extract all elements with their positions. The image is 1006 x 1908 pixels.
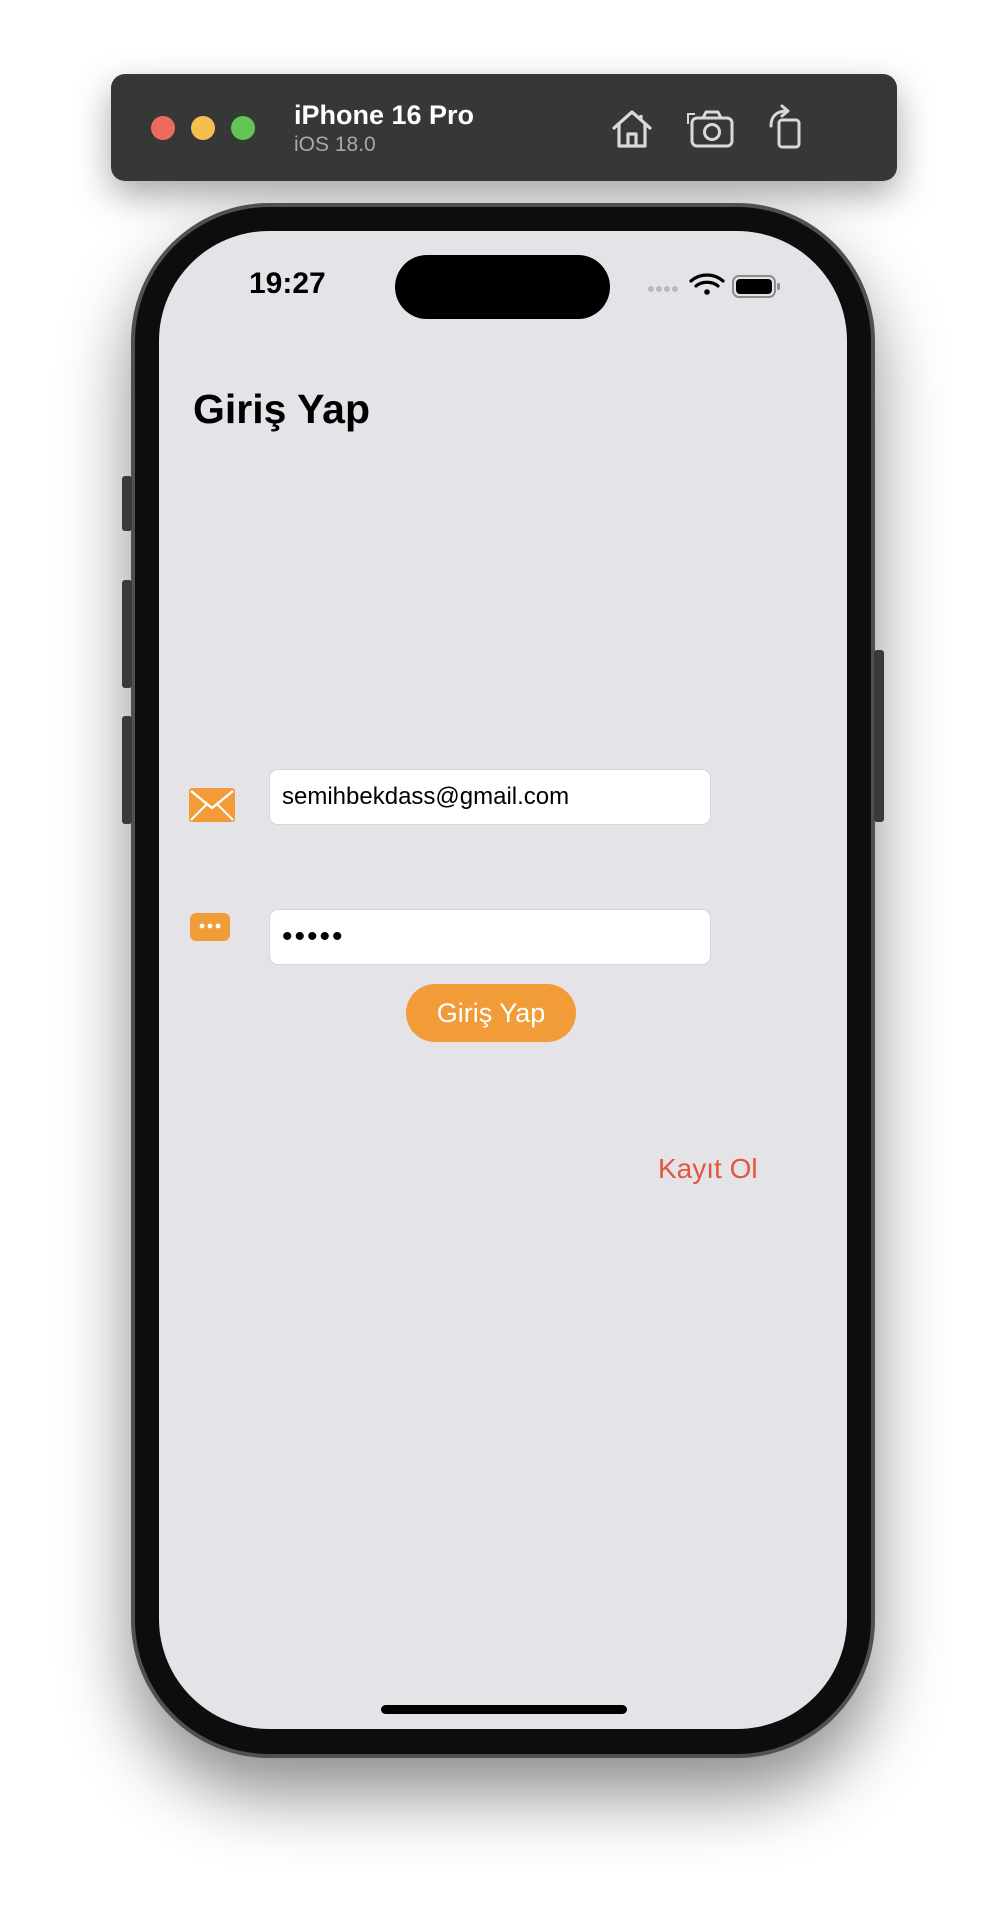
screenshot-icon[interactable] bbox=[687, 104, 737, 154]
zoom-window-button[interactable] bbox=[231, 116, 255, 140]
action-button bbox=[122, 476, 132, 531]
status-time: 19:27 bbox=[249, 267, 326, 300]
simulator-toolbar: iPhone 16 Pro iOS 18.0 bbox=[111, 74, 897, 181]
register-link[interactable]: Kayıt Ol bbox=[658, 1153, 758, 1185]
password-dots-icon bbox=[190, 913, 230, 941]
side-button bbox=[874, 650, 884, 822]
volume-down-button bbox=[122, 716, 132, 824]
home-indicator[interactable] bbox=[381, 1705, 627, 1714]
status-icons bbox=[648, 273, 780, 298]
dynamic-island bbox=[395, 255, 610, 319]
rotate-icon[interactable] bbox=[763, 104, 813, 154]
envelope-icon bbox=[189, 788, 235, 822]
email-field[interactable]: semihbekdass@gmail.com bbox=[269, 769, 711, 825]
page-title: Giriş Yap bbox=[193, 386, 371, 432]
phone-screen: 19:27 Giriş Yap semihbekdass@gmail.com •… bbox=[159, 231, 847, 1729]
login-button[interactable]: Giriş Yap bbox=[406, 984, 576, 1042]
battery-icon bbox=[732, 275, 780, 298]
home-icon[interactable] bbox=[607, 104, 657, 154]
device-name: iPhone 16 Pro bbox=[294, 100, 475, 130]
wifi-icon bbox=[689, 273, 725, 295]
device-os-version: iOS 18.0 bbox=[294, 133, 376, 156]
password-field[interactable]: ••••• bbox=[269, 909, 711, 965]
close-window-button[interactable] bbox=[151, 116, 175, 140]
volume-up-button bbox=[122, 580, 132, 688]
minimize-window-button[interactable] bbox=[191, 116, 215, 140]
cellular-icon bbox=[648, 286, 678, 292]
